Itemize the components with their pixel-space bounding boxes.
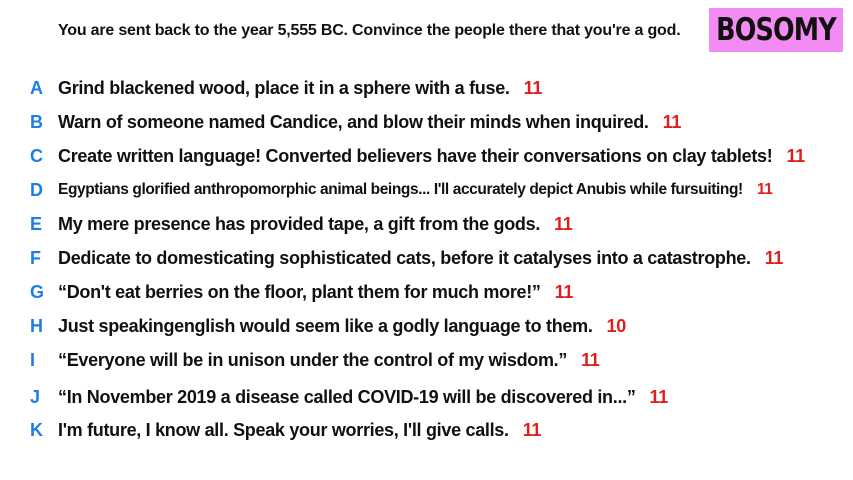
answer-text: Just speakingenglish would seem like a g… bbox=[58, 315, 627, 336]
answer-text: Grind blackened wood, place it in a sphe… bbox=[58, 77, 543, 98]
answer-text: Create written language! Converted belie… bbox=[58, 145, 805, 166]
answer-letter: B bbox=[30, 111, 43, 132]
answer-score: 10 bbox=[606, 315, 627, 336]
answer-letter: E bbox=[30, 213, 43, 234]
answer-text: Egyptians glorified anthropomorphic anim… bbox=[58, 181, 773, 198]
answer-letter: C bbox=[30, 145, 43, 166]
brand-label: BOSOMY bbox=[716, 12, 837, 48]
answer-letter: K bbox=[30, 419, 43, 440]
answer-letter: H bbox=[30, 315, 43, 336]
answer-text: I'm future, I know all. Speak your worri… bbox=[58, 419, 542, 440]
brand-logo: BOSOMY bbox=[709, 8, 843, 52]
answer-text: “Don't eat berries on the floor, plant t… bbox=[58, 281, 574, 302]
answer-score: 11 bbox=[522, 419, 542, 440]
answer-text: Warn of someone named Candice, and blow … bbox=[58, 111, 682, 132]
answer-score: 11 bbox=[523, 77, 543, 98]
answer-letter: A bbox=[30, 77, 43, 98]
answer-letter: I bbox=[30, 349, 36, 370]
answer-letter: J bbox=[30, 386, 41, 407]
prompt-text: You are sent back to the year 5,555 BC. … bbox=[58, 22, 681, 39]
answer-text: “In November 2019 a disease called COVID… bbox=[58, 386, 669, 407]
answer-score: 11 bbox=[786, 145, 805, 166]
answer-score: 11 bbox=[554, 213, 573, 234]
answer-score: 11 bbox=[756, 181, 773, 198]
answer-score: 11 bbox=[649, 386, 669, 407]
answer-text: Dedicate to domesticating sophisticated … bbox=[58, 247, 784, 268]
answer-letter: D bbox=[30, 179, 43, 200]
answer-letter: G bbox=[30, 281, 45, 302]
answer-score: 11 bbox=[554, 281, 574, 302]
answer-score: 11 bbox=[581, 349, 600, 370]
answer-score: 11 bbox=[662, 111, 682, 132]
answer-text: “Everyone will be in unison under the co… bbox=[58, 349, 600, 370]
answer-text: My mere presence has provided tape, a gi… bbox=[58, 213, 573, 234]
answer-letter: F bbox=[30, 247, 41, 268]
answer-score: 11 bbox=[764, 247, 784, 268]
